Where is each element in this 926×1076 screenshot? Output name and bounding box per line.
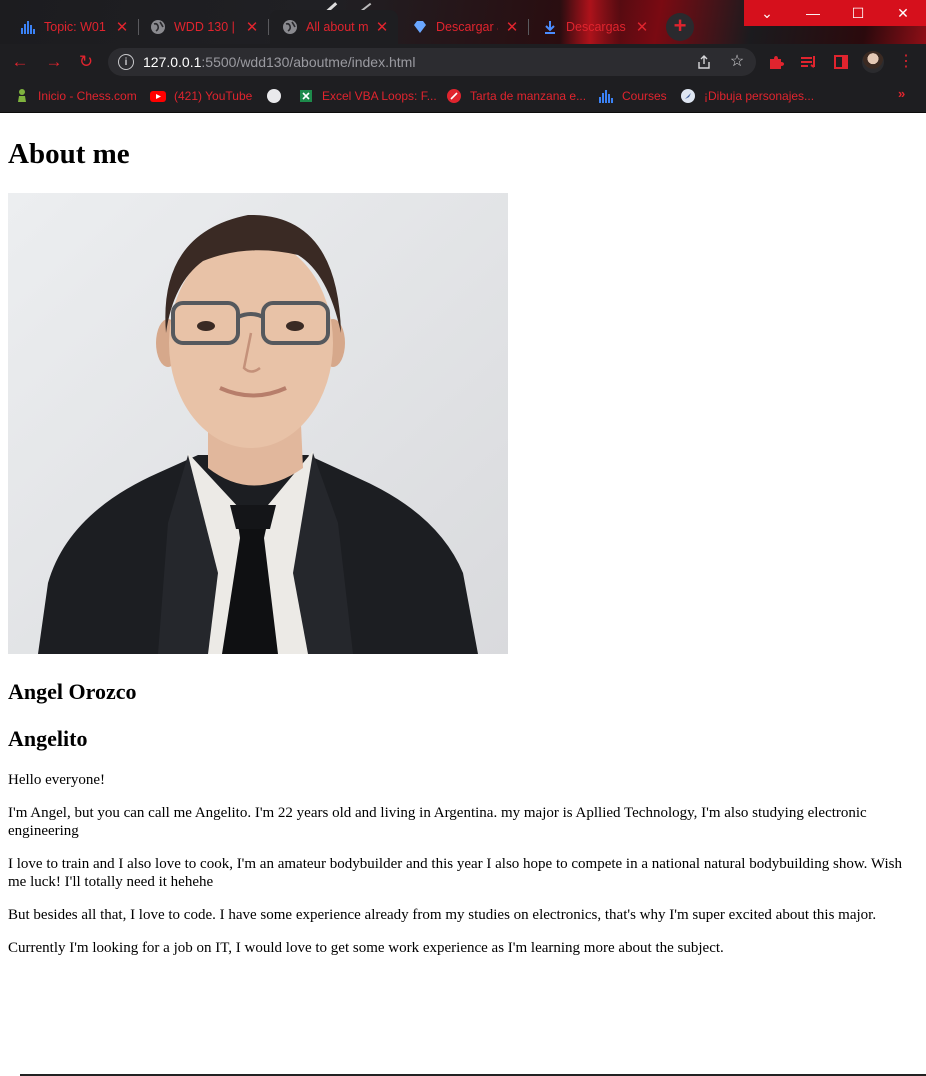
close-icon[interactable]: ✕ xyxy=(114,18,130,36)
close-icon[interactable]: ✕ xyxy=(244,18,260,36)
info-icon[interactable]: i xyxy=(118,54,134,70)
tab-search-chevron-icon[interactable]: ⌄ xyxy=(744,0,790,26)
author-nickname: Angelito xyxy=(8,726,88,751)
tab-descargar[interactable]: Descargar ar ✕ xyxy=(400,10,529,44)
bookmark-tarta[interactable]: Tarta de manzana e... xyxy=(446,86,586,106)
excel-favicon-icon xyxy=(298,88,314,104)
download-favicon-icon xyxy=(542,19,558,35)
paragraph-greeting: Hello everyone! xyxy=(8,772,106,788)
bookmark-label: ¡Dibuja personajes... xyxy=(704,89,815,103)
page-title: About me xyxy=(8,138,130,170)
bookmark-label: (421) YouTube xyxy=(174,89,253,103)
tab-about-me[interactable]: All about me ✕ xyxy=(270,10,398,44)
pawn-favicon-icon xyxy=(14,88,30,104)
share-icon[interactable] xyxy=(690,48,718,76)
tab-strip: Topic: W01 L ✕ WDD 130 | W ✕ All about m… xyxy=(0,0,926,44)
tab-wdd130[interactable]: WDD 130 | W ✕ xyxy=(138,10,269,44)
paragraph-hobbies: I love to train and I also love to cook,… xyxy=(8,856,902,890)
bookmark-label: Excel VBA Loops: F... xyxy=(322,89,437,103)
bookmark-label: Courses xyxy=(622,89,667,103)
bookmark-compass[interactable] xyxy=(266,86,290,106)
bookmark-label: Tarta de manzana e... xyxy=(470,89,587,103)
diamond-favicon-icon xyxy=(412,19,428,35)
minimize-button[interactable]: — xyxy=(790,0,836,26)
profile-photo xyxy=(8,193,508,654)
browser-chrome: Topic: W01 L ✕ WDD 130 | W ✕ All about m… xyxy=(0,0,926,113)
bars-chart-favicon-icon xyxy=(20,19,36,35)
bookmark-youtube[interactable]: (421) YouTube xyxy=(150,86,252,106)
paragraph-job: Currently I'm looking for a job on IT, I… xyxy=(8,940,724,956)
close-icon[interactable]: ✕ xyxy=(634,18,650,36)
tab-divider xyxy=(268,19,269,35)
globe-favicon-icon xyxy=(282,19,298,35)
tab-divider xyxy=(528,19,529,35)
paragraph-intro: I'm Angel, but you can call me Angelito.… xyxy=(8,805,867,839)
address-bar[interactable]: i 127.0.0.1:5500/wdd130/aboutme/index.ht… xyxy=(108,48,756,76)
new-tab-button[interactable]: + xyxy=(666,13,694,41)
forward-arrow-icon[interactable]: → xyxy=(42,50,66,74)
tab-title: WDD 130 | W xyxy=(174,20,238,34)
reading-list-icon[interactable] xyxy=(797,50,821,74)
tab-title: Topic: W01 L xyxy=(44,20,108,34)
bookmark-dibuja[interactable]: ¡Dibuja personajes... xyxy=(680,86,814,106)
compass-favicon-icon xyxy=(266,88,282,104)
red-circle-favicon-icon xyxy=(446,88,462,104)
rocket-favicon-icon xyxy=(680,88,696,104)
tab-descargas[interactable]: Descargas ✕ xyxy=(530,10,658,44)
maximize-button[interactable]: ☐ xyxy=(835,0,881,26)
bookmark-chess[interactable]: Inicio - Chess.com xyxy=(14,86,137,106)
url-text[interactable]: 127.0.0.1:5500/wdd130/aboutme/index.html xyxy=(143,54,415,70)
bookmark-excel[interactable]: Excel VBA Loops: F... xyxy=(298,86,437,106)
tab-title: Descargas xyxy=(566,20,626,34)
bookmark-courses[interactable]: Courses xyxy=(598,86,667,106)
globe-favicon-icon xyxy=(150,19,166,35)
more-bookmarks-chevron-icon[interactable]: » xyxy=(898,86,905,101)
bookmark-star-icon[interactable]: ☆ xyxy=(723,48,751,76)
profile-avatar[interactable] xyxy=(862,51,884,73)
window-close-button[interactable]: ✕ xyxy=(880,0,926,26)
back-arrow-icon[interactable]: ← xyxy=(8,50,32,74)
bookmark-label: Inicio - Chess.com xyxy=(38,89,137,103)
close-icon[interactable]: ✕ xyxy=(504,18,520,36)
tab-title: Descargar ar xyxy=(436,20,498,34)
side-panel-icon[interactable] xyxy=(829,50,853,74)
tab-title: All about me xyxy=(306,20,368,34)
reload-icon[interactable]: ↻ xyxy=(74,50,98,74)
author-name: Angel Orozco xyxy=(8,679,137,704)
menu-kebab-icon[interactable]: ⋮ xyxy=(894,50,918,74)
bars-chart-favicon-icon xyxy=(598,88,614,104)
close-icon[interactable]: ✕ xyxy=(374,18,390,36)
extensions-puzzle-icon[interactable] xyxy=(764,50,788,74)
page-content: About me Angel Orozco Angelito Hello eve… xyxy=(0,113,926,1076)
youtube-favicon-icon xyxy=(150,88,166,104)
tab-topic[interactable]: Topic: W01 L ✕ xyxy=(8,10,139,44)
paragraph-coding: But besides all that, I love to code. I … xyxy=(8,907,877,923)
